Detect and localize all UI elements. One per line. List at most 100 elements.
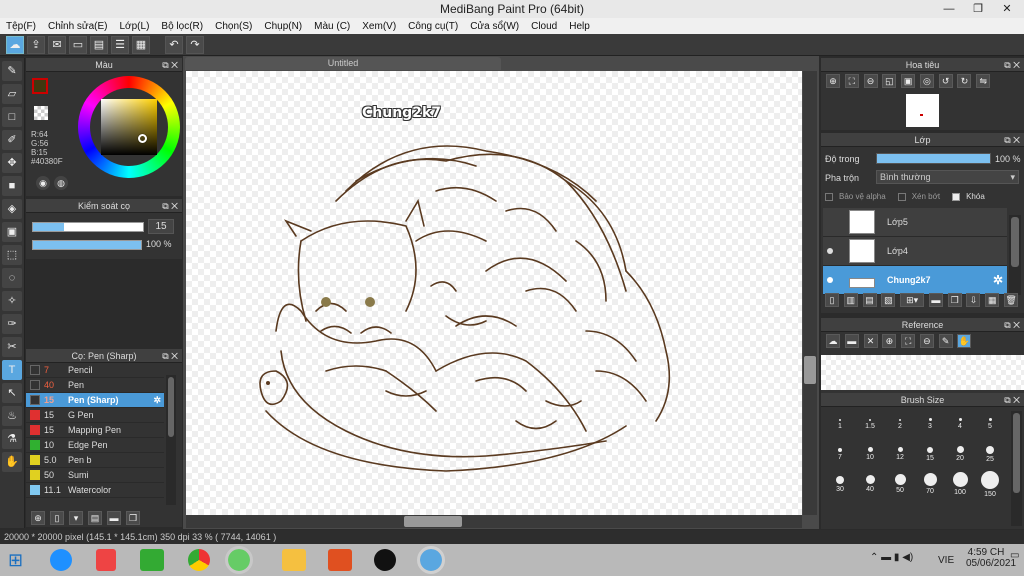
canvas-vertical-scrollbar[interactable] bbox=[803, 71, 817, 515]
text-tool-icon[interactable]: T bbox=[2, 360, 22, 380]
layer-opacity-slider[interactable] bbox=[876, 153, 991, 164]
layer-property-icon[interactable]: ▦ bbox=[985, 293, 1000, 307]
nav-zoom-in-icon[interactable]: ⊕ bbox=[826, 74, 840, 88]
panel-close-icon[interactable]: ⧉ ✕ bbox=[1004, 133, 1020, 147]
redo-icon[interactable]: ↷ bbox=[186, 35, 204, 54]
menu-filter[interactable]: Bộ lọc(R) bbox=[155, 21, 209, 32]
file-explorer-icon[interactable] bbox=[282, 549, 306, 571]
export-icon[interactable]: ⇪ bbox=[27, 35, 45, 54]
layer-scrollbar[interactable] bbox=[1009, 215, 1021, 295]
select-lasso-icon[interactable]: ◌ bbox=[2, 268, 22, 288]
brush-size-option[interactable]: 5 bbox=[975, 409, 1005, 439]
nav-rotate-right-icon[interactable]: ↻ bbox=[957, 74, 972, 88]
close-button[interactable]: ✕ bbox=[992, 0, 1022, 18]
brush-size-slider[interactable] bbox=[32, 222, 144, 232]
blend-mode-select[interactable]: Bình thường ▾ bbox=[876, 170, 1019, 184]
ref-zoom-in-icon[interactable]: ⊕ bbox=[882, 334, 897, 348]
protect-alpha-checkbox[interactable] bbox=[825, 192, 833, 201]
comment-icon[interactable]: ✉ bbox=[48, 35, 66, 54]
brush-list-scrollbar[interactable] bbox=[166, 375, 176, 505]
add-layer-menu-icon[interactable]: ⊞▾ bbox=[900, 293, 925, 307]
brush-size-value[interactable]: 15 bbox=[148, 219, 174, 234]
nav-fit-icon[interactable]: ⛶ bbox=[844, 74, 859, 88]
menu-cloud[interactable]: Cloud bbox=[525, 21, 563, 32]
reference-view[interactable] bbox=[821, 355, 1024, 390]
ref-hand-icon[interactable]: ✋ bbox=[957, 334, 972, 348]
brush-size-option[interactable]: 2 bbox=[885, 409, 915, 439]
tiktok-icon[interactable] bbox=[374, 549, 396, 571]
menu-select[interactable]: Chọn(S) bbox=[209, 21, 258, 32]
panel-close-icon[interactable]: ⧉ ✕ bbox=[162, 199, 178, 213]
internet-explorer-icon[interactable] bbox=[50, 549, 72, 571]
nav-actual-size-icon[interactable]: ◱ bbox=[882, 74, 897, 88]
brush-size-scrollbar[interactable] bbox=[1011, 411, 1022, 526]
primary-color-swatch[interactable] bbox=[32, 78, 48, 94]
language-indicator[interactable]: VIE bbox=[938, 555, 954, 566]
navigator-thumbnail[interactable] bbox=[906, 94, 939, 127]
palette-icon[interactable]: ◉ bbox=[36, 176, 50, 190]
color-settings-icon[interactable]: ◍ bbox=[54, 176, 68, 190]
nav-zoom-icon[interactable]: ◎ bbox=[919, 74, 934, 88]
brush-size-option[interactable]: 20 bbox=[945, 439, 975, 469]
brush-item-pencil[interactable]: 7 Pencil bbox=[26, 363, 164, 378]
nav-fit-window-icon[interactable]: ▣ bbox=[901, 74, 916, 88]
brush-size-option[interactable]: 150 bbox=[975, 469, 1005, 499]
hand-tool-icon[interactable]: ✋ bbox=[2, 452, 22, 472]
copy-icon[interactable]: ❐ bbox=[126, 511, 140, 525]
operation-tool-icon[interactable]: ↖ bbox=[2, 383, 22, 403]
brush-item-sumi[interactable]: 50 Sumi bbox=[26, 468, 164, 483]
message-icon[interactable]: ▭ bbox=[69, 35, 87, 54]
grid-icon[interactable]: ▦ bbox=[132, 35, 150, 54]
new-8bit-layer-icon[interactable]: ▤ bbox=[862, 293, 877, 307]
brush-item-pen[interactable]: 40 Pen bbox=[26, 378, 164, 393]
new-1bit-layer-icon[interactable]: ▧ bbox=[881, 293, 896, 307]
panel-close-icon[interactable]: ⧉ ✕ bbox=[1004, 58, 1020, 72]
color-picker-cursor[interactable] bbox=[138, 134, 147, 143]
brush-size-option[interactable]: 3 bbox=[915, 409, 945, 439]
menu-file[interactable]: Tệp(F) bbox=[0, 21, 42, 32]
brush-item-pen-b[interactable]: 5.0 Pen b bbox=[26, 453, 164, 468]
brush-size-option[interactable]: 7 bbox=[825, 439, 855, 469]
ref-zoom-out-icon[interactable]: ⊖ bbox=[919, 334, 934, 348]
gradient-icon[interactable]: ▣ bbox=[2, 222, 22, 242]
folder-icon[interactable]: ▬ bbox=[928, 293, 943, 307]
menu-tools[interactable]: Công cụ(T) bbox=[402, 21, 464, 32]
gear-icon[interactable]: ✲ bbox=[993, 273, 1003, 287]
nav-rotate-left-icon[interactable]: ↺ bbox=[938, 74, 953, 88]
duplicate-layer-icon[interactable]: ❐ bbox=[947, 293, 962, 307]
lock-checkbox[interactable] bbox=[952, 192, 961, 201]
brush-size-option[interactable]: 12 bbox=[885, 439, 915, 469]
new-layer-icon[interactable]: ▯ bbox=[825, 293, 839, 307]
canvas-horizontal-scrollbar[interactable] bbox=[186, 515, 802, 528]
ref-fit-icon[interactable]: ⛶ bbox=[901, 334, 916, 348]
blur-tool-icon[interactable]: ♨ bbox=[2, 406, 22, 426]
brush-size-option[interactable]: 4 bbox=[945, 409, 975, 439]
brush-size-option[interactable]: 25 bbox=[975, 439, 1005, 469]
menu-edit[interactable]: Chỉnh sửa(E) bbox=[42, 21, 114, 32]
cloud-upload-icon[interactable]: ☁ bbox=[826, 334, 840, 348]
bucket-icon[interactable]: ◈ bbox=[2, 199, 22, 219]
cloud-icon[interactable]: ☁ bbox=[6, 35, 24, 54]
minimize-button[interactable]: — bbox=[934, 0, 964, 18]
select-rect-icon[interactable]: ⬚ bbox=[2, 245, 22, 265]
brush-menu-icon[interactable]: ▾ bbox=[69, 511, 83, 525]
brush-tool-icon[interactable]: ✎ bbox=[2, 61, 22, 81]
maximize-button[interactable]: ❐ bbox=[963, 0, 993, 18]
hue-ring[interactable] bbox=[78, 76, 180, 178]
gear-icon[interactable]: ✲ bbox=[153, 395, 161, 406]
menu-layer[interactable]: Lớp(L) bbox=[114, 21, 156, 32]
windows-start-icon[interactable]: ⊞ bbox=[8, 550, 28, 570]
fill-rect-icon[interactable]: ■ bbox=[2, 176, 22, 196]
powerpoint-icon[interactable] bbox=[328, 549, 352, 571]
brush-size-option[interactable]: 40 bbox=[855, 469, 885, 499]
nav-flip-icon[interactable]: ⇋ bbox=[976, 74, 991, 88]
clip-checkbox[interactable] bbox=[897, 192, 906, 201]
brush-item-mapping-pen[interactable]: 15 Mapping Pen bbox=[26, 423, 164, 438]
eyedropper-icon[interactable]: ⚗ bbox=[2, 429, 22, 449]
chrome-icon[interactable] bbox=[188, 549, 210, 571]
select-eraser-icon[interactable]: ✂ bbox=[2, 337, 22, 357]
brush-item-g-pen[interactable]: 15 G Pen bbox=[26, 408, 164, 423]
new-brush-icon[interactable]: ▯ bbox=[50, 511, 64, 525]
undo-icon[interactable]: ↶ bbox=[165, 35, 183, 54]
page-icon[interactable]: ▤ bbox=[90, 35, 108, 54]
